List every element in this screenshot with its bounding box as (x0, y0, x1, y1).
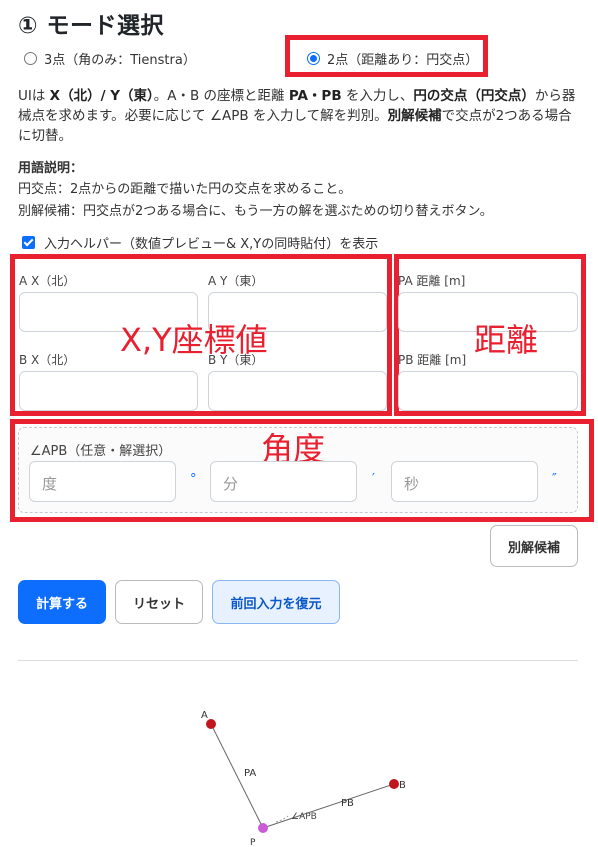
by-input[interactable] (208, 371, 387, 411)
helper-label: 入力ヘルパー（数値プレビュー& X,Yの同時貼付）を表示 (44, 237, 379, 252)
angle-degree-input[interactable]: 度 (29, 461, 176, 502)
pb-input[interactable] (398, 371, 578, 411)
desc-text: UIは (18, 88, 50, 104)
section-divider (18, 660, 578, 661)
desc-bold: X（北）/ Y（東） (49, 88, 154, 104)
desc-text: を入力し、 (341, 88, 414, 104)
radio-3point[interactable] (24, 52, 37, 65)
point-b-label: B (399, 780, 406, 791)
line-pb-label: PB (341, 798, 354, 809)
mode-label-2point: 2点（距離あり：円交点） (327, 53, 479, 68)
mode-option-2point[interactable]: 2点（距離あり：円交点） (307, 49, 478, 68)
terms-heading: 用語説明： (18, 161, 84, 176)
mode-option-3point[interactable]: 3点（角のみ：Tienstra） (24, 49, 196, 68)
page-title: ① モード選択 (18, 13, 164, 39)
distance-annotation: 距離 (474, 321, 539, 359)
mode-description: UIは X（北）/ Y（東）。A・B の座標と距離 PA・PB を入力し、円の交… (18, 86, 584, 146)
desc-bold: PA・PB (288, 88, 342, 104)
angle-label: ∠APB（任意・解選択） (30, 444, 172, 459)
pa-label: PA 距離 [m] (398, 274, 466, 288)
line-pa-label: PA (244, 768, 256, 779)
point-b-marker (389, 779, 399, 789)
minute-unit: ′ (372, 472, 375, 487)
term-line-1: 円交点：2点からの距離で描いた円の交点を求めること。 (18, 182, 352, 197)
coords-annotation: X,Y座標値 (120, 321, 268, 359)
angle-second-input[interactable]: 秒 (391, 461, 538, 502)
point-p-marker (258, 823, 268, 833)
geometry-diagram: A B P PA PB ∠APB (201, 710, 406, 847)
second-unit: ″ (552, 472, 557, 487)
helper-toggle[interactable]: 入力ヘルパー（数値プレビュー& X,Yの同時貼付）を表示 (22, 233, 378, 252)
restore-button[interactable]: 前回入力を復元 (212, 580, 340, 624)
ay-label: A Y（東） (208, 274, 264, 288)
bx-label: B X（北） (19, 353, 76, 367)
bx-input[interactable] (19, 371, 198, 411)
point-p-label: P (250, 838, 256, 847)
reset-button[interactable]: リセット (115, 580, 203, 624)
mode-label-3point: 3点（角のみ：Tienstra） (44, 53, 196, 68)
helper-checkbox[interactable] (22, 236, 35, 249)
pb-label: PB 距離 [m] (398, 353, 467, 367)
degree-unit: ° (190, 472, 197, 487)
desc-bold: 別解候補 (387, 108, 442, 124)
angle-minute-input[interactable]: 分 (210, 461, 357, 502)
line-pb (262, 783, 395, 829)
point-a-label: A (201, 710, 208, 721)
angle-apb-label: ∠APB (291, 812, 317, 822)
desc-bold: 円の交点（円交点） (413, 88, 535, 104)
ax-label: A X（北） (19, 274, 76, 288)
term-line-2: 別解候補：円交点が2つある場合に、もう一方の解を選ぶための切り替えボタン。 (18, 204, 493, 219)
calculate-button[interactable]: 計算する (18, 580, 106, 624)
desc-text: 。A・B の座標と距離 (153, 88, 289, 104)
radio-2point[interactable] (307, 52, 320, 65)
alt-solution-button[interactable]: 別解候補 (490, 525, 578, 567)
